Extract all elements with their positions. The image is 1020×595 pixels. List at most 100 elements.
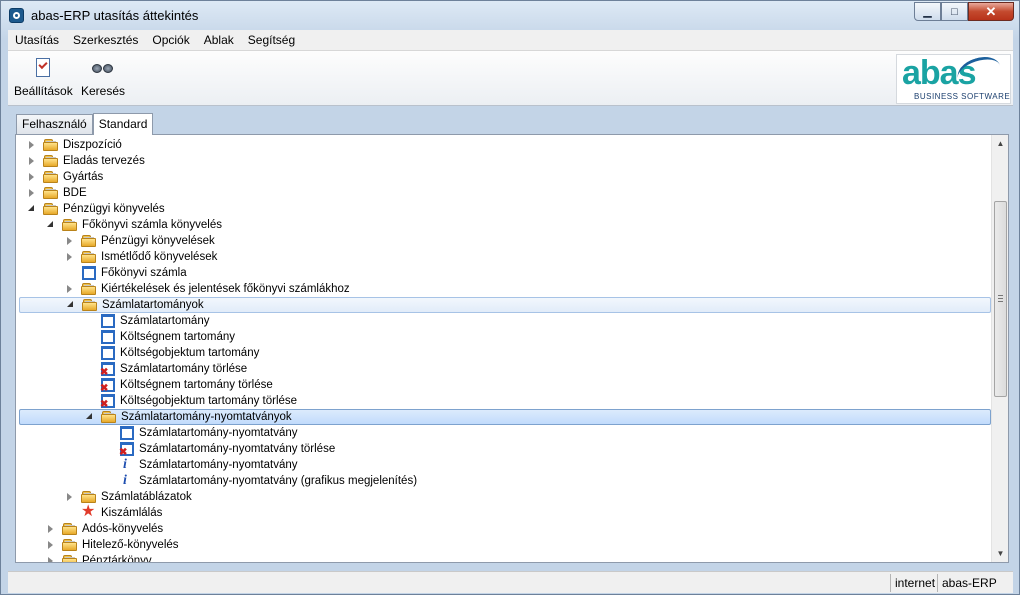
expand-arrow-icon[interactable] xyxy=(46,524,56,534)
abas-logo: abas BUSINESS SOFTWARE xyxy=(896,51,1011,104)
expand-arrow-icon[interactable] xyxy=(65,236,75,246)
tree-item[interactable]: Számlatáblázatok xyxy=(19,489,991,505)
collapse-arrow-icon[interactable] xyxy=(85,412,95,422)
tree-item[interactable]: i Számlatartomány-nyomtatvány (grafikus m… xyxy=(19,473,991,489)
folder-icon xyxy=(62,522,78,536)
expand-arrow-icon[interactable] xyxy=(65,284,75,294)
window-document-icon xyxy=(81,266,97,280)
tree-item[interactable]: Ismétlődő könyvelések xyxy=(19,249,991,265)
tree-item[interactable]: Főkönyvi számla xyxy=(19,265,991,281)
menu-segitseg[interactable]: Segítség xyxy=(241,33,302,47)
tree-item-label: Pénzügyi könyvelések xyxy=(101,235,215,247)
tree-item[interactable]: ✖ Számlatartomány-nyomtatvány törlése xyxy=(19,441,991,458)
tree-item[interactable]: BDE xyxy=(19,185,991,201)
search-button[interactable]: Keresés xyxy=(81,57,125,98)
tab-felhasznalo[interactable]: Felhasználó xyxy=(16,114,93,134)
tree-item-label: Számlatáblázatok xyxy=(101,491,192,503)
tree-item[interactable]: Gyártás xyxy=(19,169,991,185)
tree-panel: Diszpozíció Eladás tervezés Gyártás BDE Pénz… xyxy=(15,134,1009,563)
tree-item[interactable]: Számlatartomány-nyomtatványok xyxy=(19,409,991,425)
tree-item-label: Főkönyvi számla xyxy=(101,267,187,279)
scroll-up-arrow[interactable]: ▲ xyxy=(992,135,1009,152)
tree-item[interactable]: ★ Kiszámlálás xyxy=(19,503,991,521)
window-document-icon xyxy=(100,330,116,344)
menu-utasitas[interactable]: Utasítás xyxy=(8,33,66,47)
delete-document-icon: ✖ xyxy=(100,378,116,394)
expand-arrow-icon[interactable] xyxy=(27,188,37,198)
vertical-scrollbar[interactable]: ▲ ▼ xyxy=(991,135,1008,562)
delete-document-icon: ✖ xyxy=(100,394,116,410)
tree-item[interactable]: i Számlatartomány-nyomtatvány xyxy=(19,457,991,473)
window-document-icon xyxy=(100,314,116,328)
tab-standard[interactable]: Standard xyxy=(92,113,154,135)
tree-item[interactable]: Hitelező-könyvelés xyxy=(19,537,991,553)
tree-item[interactable]: Adós-könyvelés xyxy=(19,521,991,537)
expand-arrow-icon[interactable] xyxy=(65,492,75,502)
tree-item-label: Főkönyvi számla könyvelés xyxy=(82,219,222,231)
tree-item[interactable]: Diszpozíció xyxy=(19,137,991,153)
folder-icon xyxy=(62,538,78,552)
scroll-thumb[interactable] xyxy=(994,201,1007,397)
folder-icon xyxy=(81,234,97,248)
folder-icon xyxy=(43,170,59,184)
folder-icon xyxy=(62,554,78,562)
collapse-arrow-icon[interactable] xyxy=(27,204,37,214)
folder-icon xyxy=(82,298,98,312)
app-window: abas-ERP utasítás áttekintés ▁ □ ✕ Utasí… xyxy=(0,0,1020,595)
tree-item[interactable]: Pénzügyi könyvelések xyxy=(19,233,991,249)
tree-item[interactable]: Számlatartomány-nyomtatvány xyxy=(19,425,991,441)
expand-arrow-icon[interactable] xyxy=(46,556,56,562)
close-button[interactable]: ✕ xyxy=(968,2,1014,21)
expand-arrow-icon[interactable] xyxy=(27,172,37,182)
settings-label: Beállítások xyxy=(14,84,73,98)
tree-item[interactable]: Számlatartományok xyxy=(19,297,991,313)
status-zone: internet xyxy=(890,574,939,592)
expand-arrow-icon[interactable] xyxy=(27,140,37,150)
collapse-arrow-icon[interactable] xyxy=(66,300,76,310)
tree-item-label: Kiszámlálás xyxy=(101,507,163,519)
info-icon: i xyxy=(123,457,127,472)
tree-item[interactable]: Pénztárkönyv xyxy=(19,553,991,562)
menu-ablak[interactable]: Ablak xyxy=(197,33,241,47)
folder-icon xyxy=(81,282,97,296)
expand-arrow-icon[interactable] xyxy=(65,252,75,262)
tree-item[interactable]: Pénzügyi könyvelés xyxy=(19,201,991,217)
tree-item-label: Költségobjektum tartomány xyxy=(120,347,260,359)
scroll-down-arrow[interactable]: ▼ xyxy=(992,545,1009,562)
expand-arrow-icon[interactable] xyxy=(27,156,37,166)
app-icon[interactable] xyxy=(9,8,24,23)
info-icon: i xyxy=(123,473,127,488)
maximize-button[interactable]: □ xyxy=(941,2,968,21)
tree-item-label: Költségnem tartomány törlése xyxy=(120,379,273,391)
status-bar: internet abas-ERP xyxy=(8,571,1013,593)
settings-button[interactable]: Beállítások xyxy=(14,57,73,98)
title-bar[interactable]: abas-ERP utasítás áttekintés ▁ □ ✕ xyxy=(1,1,1019,29)
tree-item-label: Számlatartomány xyxy=(120,315,210,327)
expand-arrow-icon[interactable] xyxy=(46,540,56,550)
folder-icon xyxy=(101,410,117,424)
tree-item[interactable]: Kiértékelések és jelentések főkönyvi szá… xyxy=(19,281,991,297)
menu-opciok[interactable]: Opciók xyxy=(145,33,196,47)
tree-item[interactable]: Eladás tervezés xyxy=(19,153,991,169)
tree-item-label: Pénztárkönyv xyxy=(82,555,152,562)
minimize-button[interactable]: ▁ xyxy=(914,2,941,21)
tree-item[interactable]: ✖ Számlatartomány törlése xyxy=(19,361,991,378)
tree-item-label: Eladás tervezés xyxy=(63,155,145,167)
tree-item[interactable]: ✖ Költségobjektum tartomány törlése xyxy=(19,393,991,410)
folder-icon xyxy=(43,202,59,216)
tree-item[interactable]: Költségobjektum tartomány xyxy=(19,345,991,361)
tree-item[interactable]: Számlatartomány xyxy=(19,313,991,329)
folder-icon xyxy=(43,154,59,168)
tree-item[interactable]: Főkönyvi számla könyvelés xyxy=(19,217,991,233)
tree-item-label: Számlatartomány-nyomtatvány törlése xyxy=(139,443,336,455)
settings-icon xyxy=(31,57,55,79)
tree-item[interactable]: ✖ Költségnem tartomány törlése xyxy=(19,377,991,394)
tree-item-label: Számlatartomány törlése xyxy=(120,363,248,375)
collapse-arrow-icon[interactable] xyxy=(46,220,56,230)
tree-item-label: Kiértékelések és jelentések főkönyvi szá… xyxy=(101,283,350,295)
command-tree: Diszpozíció Eladás tervezés Gyártás BDE Pénz… xyxy=(16,137,992,562)
menu-szerkesztes[interactable]: Szerkesztés xyxy=(66,33,145,47)
folder-icon xyxy=(43,186,59,200)
tree-item[interactable]: Költségnem tartomány xyxy=(19,329,991,345)
folder-icon xyxy=(43,138,59,152)
